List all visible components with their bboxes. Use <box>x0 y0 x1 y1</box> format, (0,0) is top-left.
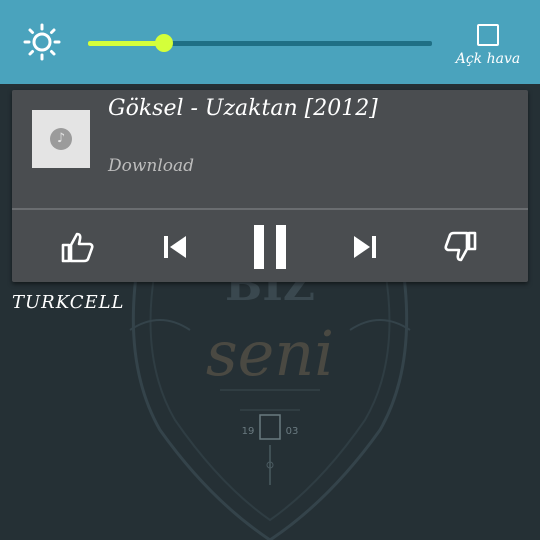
bg-art-year-right: 03 <box>286 426 299 437</box>
thumbs-down-button[interactable] <box>436 222 486 272</box>
pause-button[interactable] <box>245 222 295 272</box>
song-subtitle: Download <box>108 156 195 176</box>
pause-icon <box>254 225 286 269</box>
previous-icon <box>164 236 186 258</box>
bg-art-year-left: 19 <box>242 426 255 437</box>
carrier-label: TURKCELL <box>12 292 125 313</box>
card-divider <box>12 208 528 210</box>
thumbs-down-icon <box>444 231 477 262</box>
bg-art-main-text: seni <box>206 317 334 390</box>
music-note-icon: ♪ <box>50 128 72 150</box>
album-art[interactable]: ♪ <box>32 110 90 168</box>
music-notification[interactable]: ♪ Göksel - Uzaktan [2012] Download <box>12 90 528 282</box>
auto-brightness-checkbox[interactable] <box>477 24 499 46</box>
background-artwork: BIZ seni 19 03 <box>129 249 411 540</box>
brightness-slider[interactable] <box>88 34 432 52</box>
next-icon <box>354 236 376 258</box>
playback-controls <box>12 214 528 278</box>
auto-brightness-label: Açk hava <box>455 51 521 67</box>
thumbs-up-button[interactable] <box>52 222 102 272</box>
song-title: Göksel - Uzaktan [2012] <box>108 96 378 121</box>
brightness-slider-thumb[interactable] <box>154 34 173 52</box>
quick-settings-bar: Açk hava <box>0 0 540 84</box>
brightness-slider-fill <box>88 41 164 46</box>
brightness-icon[interactable] <box>22 22 62 62</box>
next-button[interactable] <box>340 222 390 272</box>
thumbs-up-icon <box>61 232 94 263</box>
previous-button[interactable] <box>150 222 200 272</box>
auto-brightness-toggle[interactable]: Açk hava <box>448 24 528 76</box>
